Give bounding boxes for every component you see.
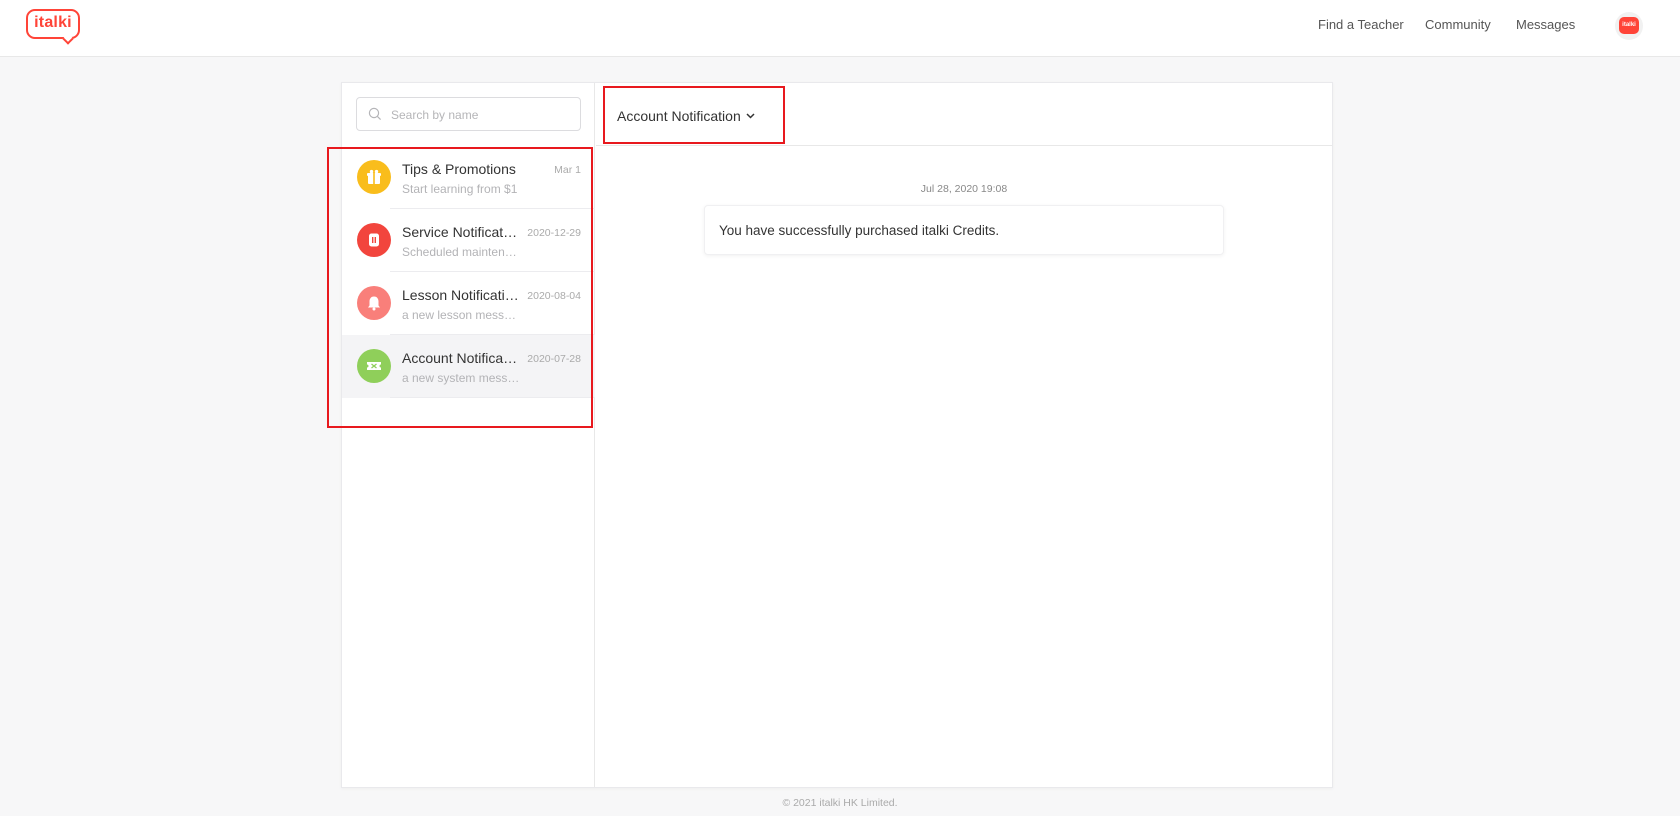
thread-pane: Account Notification Jul 28, 2020 19:08 … [596,83,1332,787]
service-icon [357,223,391,257]
search-input[interactable] [391,105,571,125]
messages-panel: Tips & Promotions Mar 1 Start learning f… [341,82,1333,788]
message-timestamp: Jul 28, 2020 19:08 [920,183,1008,195]
nav-messages[interactable]: Messages [1516,17,1575,32]
conversation-date: 2020-12-29 [527,227,581,239]
ticket-icon [357,349,391,383]
conversation-date: Mar 1 [554,164,581,176]
message-bubble: You have successfully purchased italki C… [704,205,1224,255]
conversation-item-account-notification[interactable]: Account Notification 2020-07-28 a new sy… [342,335,595,398]
footer-copyright: © 2021 italki HK Limited. [782,797,898,809]
conversation-preview: a new system message [402,371,520,385]
top-navbar: italki Find a Teacher Community Messages… [0,0,1680,57]
conversation-item-tips-promotions[interactable]: Tips & Promotions Mar 1 Start learning f… [342,146,595,209]
thread-title: Account Notification [617,108,741,124]
thread-header: Account Notification [596,83,1332,146]
conversation-preview: Start learning from $1 [402,182,518,196]
gift-icon [357,160,391,194]
conversation-date: 2020-08-04 [527,290,581,302]
nav-find-a-teacher[interactable]: Find a Teacher [1318,17,1404,32]
bell-icon [357,286,391,320]
message-text: You have successfully purchased italki C… [719,223,1000,238]
conversation-title: Tips & Promotions [402,161,516,177]
conversation-preview: a new lesson message [402,308,520,322]
chevron-down-icon [746,113,755,119]
conversation-item-service-notification[interactable]: Service Notification 2020-12-29 Schedule… [342,209,595,272]
thread-title-dropdown[interactable]: Account Notification [617,108,755,124]
search-box[interactable] [356,97,581,131]
conversation-title: Lesson Notification [402,287,520,303]
user-avatar[interactable]: italki [1615,12,1643,40]
nav-community[interactable]: Community [1425,17,1491,32]
conversation-title: Account Notification [402,350,520,366]
conversation-sidebar: Tips & Promotions Mar 1 Start learning f… [342,83,595,787]
conversation-date: 2020-07-28 [527,353,581,365]
conversation-title: Service Notification [402,224,520,240]
conversation-item-lesson-notification[interactable]: Lesson Notification 2020-08-04 a new les… [342,272,595,335]
search-icon [368,107,382,121]
italki-logo[interactable]: italki [26,9,80,45]
conversation-preview: Scheduled maintenance [402,245,520,259]
